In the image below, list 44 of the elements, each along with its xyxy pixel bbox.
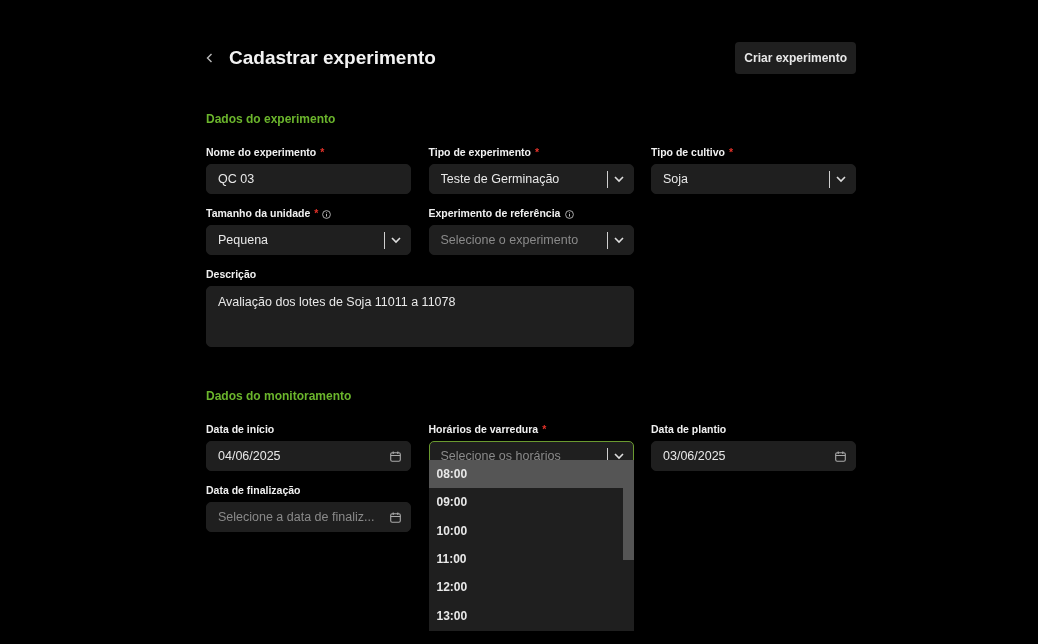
field-label: Descrição bbox=[206, 267, 257, 283]
required-asterisk: * bbox=[535, 145, 540, 161]
select-field[interactable]: Selecione o experimento bbox=[428, 225, 634, 255]
dropdown-option[interactable]: 09:00 bbox=[428, 488, 623, 517]
chevron-down-icon[interactable] bbox=[613, 236, 624, 244]
field-label: Tipo de cultivo bbox=[651, 145, 725, 161]
chevron-down-icon[interactable] bbox=[391, 236, 401, 244]
required-asterisk: * bbox=[728, 145, 733, 161]
scrollbar-thumb[interactable] bbox=[622, 460, 634, 560]
required-asterisk: * bbox=[542, 422, 547, 438]
calendar-icon[interactable] bbox=[835, 450, 846, 462]
field-label: Experimento de referência bbox=[428, 206, 561, 222]
dropdown-option[interactable]: 10:00 bbox=[428, 516, 623, 545]
field-label: Data de plantio bbox=[651, 422, 727, 438]
required-asterisk: * bbox=[314, 206, 319, 222]
dropdown-option[interactable]: 13:00 bbox=[428, 601, 623, 630]
back-icon[interactable] bbox=[206, 53, 213, 63]
required-asterisk: * bbox=[320, 145, 325, 161]
select-field[interactable]: Soja bbox=[651, 164, 856, 194]
calendar-icon[interactable] bbox=[390, 450, 401, 462]
text-field[interactable]: QC 03 bbox=[206, 164, 411, 194]
create-experiment-button[interactable]: Criar experimento bbox=[735, 42, 856, 74]
field-label: Nome do experimento bbox=[206, 145, 317, 161]
date-field[interactable]: 03/06/2025 bbox=[651, 441, 856, 471]
dropdown-option[interactable]: 08:00 bbox=[428, 460, 623, 489]
date-field[interactable]: 04/06/2025 bbox=[206, 441, 411, 471]
dropdown-option[interactable]: 12:00 bbox=[428, 573, 623, 602]
field-label: Horários de varredura bbox=[428, 422, 539, 438]
field-label: Data de início bbox=[206, 422, 275, 438]
date-field[interactable]: Selecione a data de finaliz... bbox=[206, 502, 411, 532]
calendar-icon[interactable] bbox=[390, 511, 401, 523]
section-title: Dados do monitoramento bbox=[206, 388, 353, 405]
section-title: Dados do experimento bbox=[206, 111, 337, 128]
field-label: Tipo de experimento bbox=[428, 145, 531, 161]
chevron-down-icon[interactable] bbox=[613, 175, 624, 183]
select-field[interactable]: Pequena bbox=[206, 225, 411, 255]
field-label: Data de finalização bbox=[206, 483, 301, 499]
dropdown-option[interactable]: 11:00 bbox=[428, 544, 623, 574]
chevron-down-icon[interactable] bbox=[836, 175, 846, 183]
description-field[interactable]: Avaliação dos lotes de Soja 11011 a 11078 bbox=[206, 286, 634, 347]
chevron-down-icon[interactable] bbox=[613, 452, 624, 460]
select-field[interactable]: Teste de Germinação bbox=[428, 164, 634, 194]
page-title: Cadastrar experimento bbox=[229, 45, 436, 70]
field-label: Tamanho da unidade bbox=[206, 206, 311, 222]
